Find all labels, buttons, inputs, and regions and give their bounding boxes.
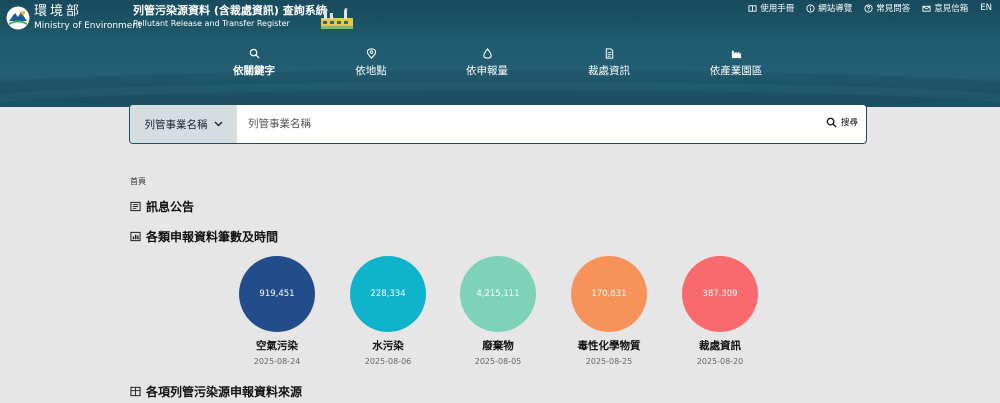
topnav-label: 常見問答 bbox=[876, 4, 911, 14]
search-field-select-label: 列管事業名稱 bbox=[144, 118, 208, 131]
topnav-language-en[interactable]: EN bbox=[980, 3, 992, 13]
stat-date: 2025-08-20 bbox=[696, 357, 744, 366]
search-button[interactable]: 搜尋 bbox=[826, 116, 858, 128]
topnav-label: 使用手冊 bbox=[760, 4, 795, 14]
topnav-feedback[interactable]: 意見信箱 bbox=[922, 2, 968, 14]
stat-water-pollution[interactable]: 228,334 水污染 2025-08-06 bbox=[350, 256, 426, 366]
main-nav: 依關鍵字 依地點 依申報量 裁處資訊 依產業園區 bbox=[0, 48, 1000, 82]
section-title: 訊息公告 bbox=[146, 200, 195, 214]
header-banner: 環境部 Ministry of Environment 列管污染源資料 (含裁處… bbox=[0, 0, 1000, 107]
bar-chart-icon bbox=[130, 231, 141, 242]
stat-name: 空氣污染 bbox=[256, 340, 298, 352]
topnav-label: 網站導覽 bbox=[818, 4, 853, 14]
section-data-sources: 各項列管污染源申報資料來源 bbox=[130, 383, 302, 400]
info-icon bbox=[806, 3, 815, 13]
question-icon bbox=[864, 3, 873, 13]
section-report-stats: 各類申報資料筆數及時間 bbox=[130, 228, 278, 245]
stat-name: 裁處資訊 bbox=[699, 340, 741, 352]
tab-report-volume[interactable]: 依申報量 bbox=[447, 48, 527, 78]
topnav-manual[interactable]: 使用手冊 bbox=[748, 2, 794, 14]
stat-circle: 4,215,111 bbox=[460, 256, 536, 332]
system-title[interactable]: 列管污染源資料 (含裁處資訊) 查詢系統 Pollutant Release a… bbox=[133, 4, 327, 29]
stat-circle: 919,451 bbox=[239, 256, 315, 332]
ministry-name-en: Ministry of Environment bbox=[34, 21, 142, 31]
tab-label: 裁處資訊 bbox=[588, 65, 630, 77]
topnav-sitemap[interactable]: 網站導覽 bbox=[806, 2, 852, 14]
search-field-select[interactable]: 列管事業名稱 bbox=[130, 105, 237, 143]
section-title: 各項列管污染源申報資料來源 bbox=[146, 385, 303, 399]
stat-date: 2025-08-06 bbox=[364, 357, 412, 366]
stat-air-pollution[interactable]: 919,451 空氣污染 2025-08-24 bbox=[239, 256, 315, 366]
ministry-logo-icon[interactable] bbox=[6, 6, 30, 30]
stat-circle: 228,334 bbox=[350, 256, 426, 332]
tab-keyword[interactable]: 依關鍵字 bbox=[214, 48, 294, 78]
breadcrumb[interactable]: 首頁 bbox=[130, 176, 146, 187]
tab-industrial-park[interactable]: 依產業園區 bbox=[696, 48, 776, 78]
factory-illustration-icon bbox=[321, 8, 353, 29]
tab-label: 依產業園區 bbox=[709, 65, 763, 77]
stat-name: 毒性化學物質 bbox=[577, 340, 641, 352]
section-title: 各類申報資料筆數及時間 bbox=[146, 230, 279, 244]
ministry-name-zh: 環境部 bbox=[34, 4, 83, 19]
tab-label: 依申報量 bbox=[466, 65, 508, 77]
manual-icon bbox=[748, 4, 757, 12]
topnav-label: 意見信箱 bbox=[934, 4, 969, 14]
tab-penalty-info[interactable]: 裁處資訊 bbox=[569, 48, 649, 78]
system-title-zh: 列管污染源資料 (含裁處資訊) 查詢系統 bbox=[133, 4, 327, 17]
topnav-label: EN bbox=[980, 3, 992, 13]
location-pin-icon bbox=[366, 48, 376, 59]
utility-nav: 使用手冊 網站導覽 常見問答 意見信箱 EN bbox=[748, 2, 992, 14]
stat-date: 2025-08-05 bbox=[474, 357, 522, 366]
mail-icon bbox=[922, 5, 931, 12]
stat-name: 水污染 bbox=[372, 340, 404, 352]
factory-icon bbox=[731, 50, 741, 59]
stat-penalty-info[interactable]: 387,309 裁處資訊 2025-08-20 bbox=[682, 256, 758, 366]
topnav-faq[interactable]: 常見問答 bbox=[864, 2, 910, 14]
search-icon bbox=[826, 117, 837, 128]
stat-toxic-chemicals[interactable]: 170,631 毒性化學物質 2025-08-25 bbox=[571, 256, 647, 366]
section-announcements: 訊息公告 bbox=[130, 198, 194, 215]
news-icon bbox=[130, 201, 141, 212]
chevron-down-icon bbox=[214, 121, 222, 127]
stat-name: 廢棄物 bbox=[482, 340, 514, 352]
tab-location[interactable]: 依地點 bbox=[331, 48, 411, 78]
stat-circle: 170,631 bbox=[571, 256, 647, 332]
stat-date: 2025-08-24 bbox=[253, 357, 301, 366]
tab-label: 依地點 bbox=[355, 65, 387, 77]
search-input[interactable] bbox=[248, 114, 808, 134]
search-bar: 列管事業名稱 搜尋 bbox=[129, 104, 867, 144]
ministry-name[interactable]: 環境部 Ministry of Environment bbox=[34, 5, 142, 32]
stat-circle: 387,309 bbox=[682, 256, 758, 332]
drop-icon bbox=[482, 48, 492, 59]
tab-label: 依關鍵字 bbox=[233, 65, 275, 77]
system-title-en: Pollutant Release and Transfer Register bbox=[133, 19, 290, 28]
search-icon bbox=[249, 48, 260, 59]
document-icon bbox=[605, 48, 613, 59]
stat-date: 2025-08-25 bbox=[585, 357, 633, 366]
stat-waste[interactable]: 4,215,111 廢棄物 2025-08-05 bbox=[460, 256, 536, 366]
table-icon bbox=[130, 386, 141, 397]
search-button-label: 搜尋 bbox=[840, 118, 858, 128]
